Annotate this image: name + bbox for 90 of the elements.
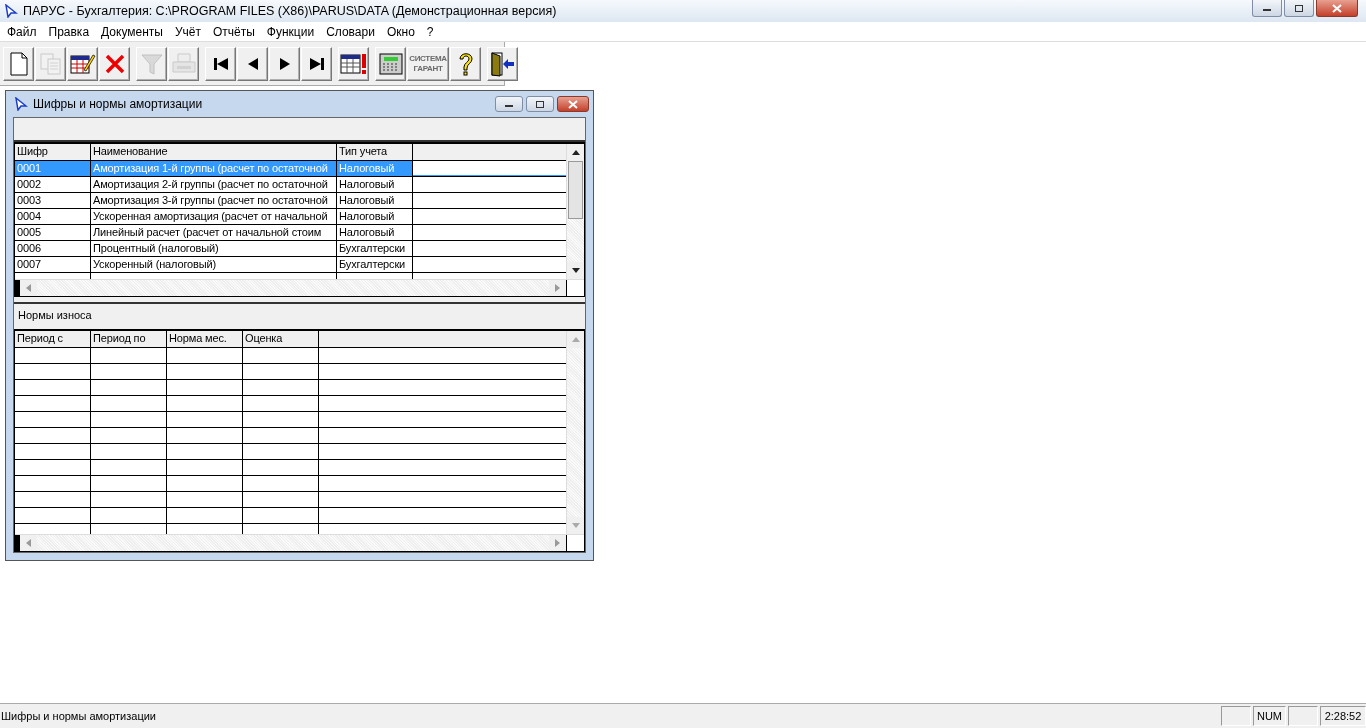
table-cell: Налоговый	[337, 177, 413, 192]
column-header[interactable]: Шифр	[15, 144, 91, 160]
toolbar-button[interactable]	[269, 46, 300, 81]
vertical-scrollbar[interactable]	[566, 331, 584, 534]
close-icon	[1332, 3, 1342, 13]
close-icon	[568, 99, 578, 109]
minimize-button[interactable]	[1252, 0, 1282, 17]
cursor-icon	[4, 4, 18, 18]
table-cell: 0005	[15, 225, 91, 240]
column-header[interactable]: Тип учета	[337, 144, 413, 160]
menu-item[interactable]: Правка	[43, 24, 97, 39]
status-panel	[1288, 706, 1318, 726]
column-header[interactable]: Период по	[91, 331, 167, 347]
copy-icon	[38, 51, 63, 76]
garant-logo: СИСТЕМА ГАРАНТ	[409, 53, 447, 74]
table-cell: 0003	[15, 193, 91, 208]
table-cell: Налоговый	[337, 161, 413, 176]
skip-last-icon	[307, 55, 326, 72]
table-cell: Ускоренный (налоговый)	[91, 257, 337, 272]
menu-item[interactable]: Файл	[2, 24, 44, 39]
menu-item[interactable]: ?	[421, 24, 441, 39]
skip-first-icon	[211, 55, 230, 72]
scroll-left-icon	[26, 284, 31, 292]
table-cell: 0007	[15, 257, 91, 272]
maximize-icon	[535, 99, 545, 109]
scroll-up-icon	[571, 337, 580, 342]
table-cell: 0001	[15, 161, 91, 176]
status-text: Шифры и нормы амортизации	[0, 710, 157, 722]
menu-item[interactable]: Словари	[321, 24, 382, 39]
horizontal-scrollbar[interactable]	[15, 279, 584, 296]
table-cell: Амортизация 1-й группы (расчет по остаточной	[91, 161, 337, 176]
scroll-left-icon	[26, 539, 31, 547]
calculator-icon	[378, 51, 403, 76]
table-cell: Амортизация 2-й группы (расчет по остаточной	[91, 177, 337, 192]
maximize-icon	[1294, 3, 1304, 13]
window-title: Шифры и нормы амортизации	[33, 97, 203, 111]
document-icon	[8, 51, 29, 76]
close-button[interactable]	[1316, 0, 1358, 17]
table-cell: Ускоренная амортизация (расчет от начальной	[91, 209, 337, 224]
toolbar-button[interactable]	[450, 46, 481, 81]
scroll-right-icon	[555, 284, 560, 292]
table-cell: Бухгалтерски	[337, 257, 413, 272]
toolbar-button[interactable]	[237, 46, 268, 81]
scroll-up-icon	[571, 150, 580, 155]
column-header[interactable]: Оценка	[243, 331, 319, 347]
window-title: ПАРУС - Бухгалтерия: C:\PROGRAM FILES (X86)\PARUS\DATA (Демонстрационная версия)	[23, 4, 557, 18]
column-header[interactable]: Период с	[15, 331, 91, 347]
menu-item[interactable]: Документы	[96, 24, 170, 39]
table-cell: Налоговый	[337, 225, 413, 240]
next-icon	[277, 55, 292, 72]
table-cell: Процентный (налоговый)	[91, 241, 337, 256]
table-cell: 0004	[15, 209, 91, 224]
cursor-icon	[14, 97, 28, 111]
scroll-down-icon	[571, 523, 580, 528]
horizontal-scrollbar[interactable]	[15, 534, 584, 551]
exit-door-icon	[489, 50, 516, 77]
scroll-right-icon	[555, 539, 560, 547]
toolbar-button[interactable]	[67, 46, 98, 81]
table-cell: Амортизация 3-й группы (расчет по остаточной	[91, 193, 337, 208]
menu-item[interactable]: Функции	[261, 24, 322, 39]
table-exclamation-icon	[339, 51, 368, 76]
toolbar-button[interactable]	[301, 46, 332, 81]
minimize-button[interactable]	[495, 96, 523, 112]
toolbar-button[interactable]	[487, 46, 518, 81]
table-cell: Бухгалтерски	[337, 241, 413, 256]
delete-icon	[103, 52, 126, 75]
column-header[interactable]: Наименование	[91, 144, 337, 160]
close-button[interactable]	[557, 96, 589, 112]
status-panel	[1220, 706, 1251, 726]
vertical-scrollbar[interactable]	[566, 144, 584, 279]
printer-icon	[170, 51, 197, 76]
scroll-down-icon	[571, 268, 580, 273]
status-panel: NUM	[1252, 706, 1286, 726]
filter-icon	[139, 51, 164, 76]
column-header[interactable]: Норма мес.	[167, 331, 243, 347]
question-icon	[457, 50, 474, 77]
toolbar-button[interactable]	[205, 46, 236, 81]
menu-item[interactable]: Отчёты	[207, 24, 262, 39]
maximize-button[interactable]	[1284, 0, 1314, 17]
section-label: Нормы износа	[18, 309, 92, 321]
maximize-button[interactable]	[526, 96, 554, 112]
menu-item[interactable]: Учёт	[169, 24, 208, 39]
table-cell: 0002	[15, 177, 91, 192]
table-cell: Налоговый	[337, 209, 413, 224]
menu-item[interactable]: Окно	[381, 24, 422, 39]
table-cell: Линейный расчет (расчет от начальной стоим	[91, 225, 337, 240]
table-cell: Налоговый	[337, 193, 413, 208]
table-cell: 0006	[15, 241, 91, 256]
toolbar-button[interactable]	[338, 46, 369, 81]
status-panel: 2:28:52	[1320, 706, 1366, 726]
